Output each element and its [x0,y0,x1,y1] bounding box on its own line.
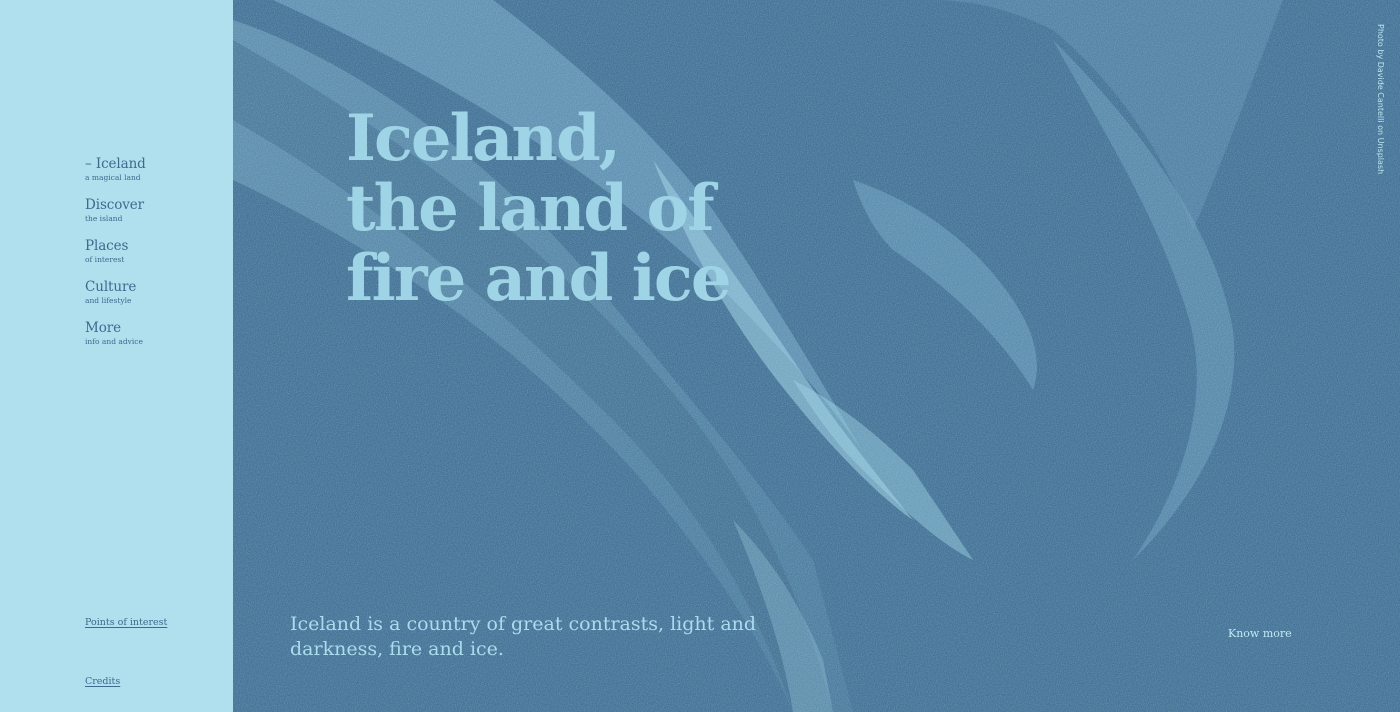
headline-line: fire and ice [346,241,732,316]
nav-item-subtitle: the island [85,214,123,223]
nav-item-subtitle: and lifestyle [85,296,132,305]
nav-item-title: Culture [85,279,137,295]
photo-credit: Photo by Davide Cantelli on Unsplash [1376,24,1385,175]
main-nav: – Iceland a magical land Discover the is… [85,156,146,361]
nav-item-culture[interactable]: Culture and lifestyle [85,279,146,305]
nav-item-title: Places [85,238,129,254]
nav-item-title: Discover [85,197,145,213]
headline-line: the land of [346,171,715,246]
headline-line: Iceland, [346,101,621,176]
nav-item-iceland[interactable]: – Iceland a magical land [85,156,146,182]
hero-headline: Iceland, the land of fire and ice [346,101,732,316]
nav-item-title: – Iceland [85,156,146,172]
hero-intro-text: Iceland is a country of great contrasts,… [290,613,757,660]
hero-section: Iceland, the land of fire and ice Icelan… [233,0,1400,712]
credits-link[interactable]: Credits [85,676,120,687]
nav-item-discover[interactable]: Discover the island [85,197,146,223]
know-more-link[interactable]: Know more [1228,627,1292,640]
nav-item-more[interactable]: More info and advice [85,320,146,346]
nav-item-subtitle: a magical land [85,173,141,182]
nav-item-title: More [85,320,121,336]
points-of-interest-link[interactable]: Points of interest [85,617,167,628]
sidebar: – Iceland a magical land Discover the is… [0,0,233,712]
nav-item-places[interactable]: Places of interest [85,238,146,264]
nav-item-subtitle: info and advice [85,337,143,346]
nav-item-subtitle: of interest [85,255,125,264]
